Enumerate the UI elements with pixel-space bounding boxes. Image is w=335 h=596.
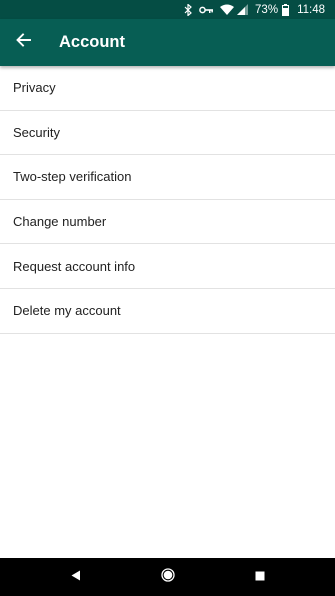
nav-home-button[interactable] [122, 558, 214, 596]
menu-item-label: Two-step verification [13, 169, 132, 185]
menu-item-label: Security [13, 124, 60, 140]
menu-item-privacy[interactable]: Privacy [0, 66, 335, 111]
menu-item-delete-my-account[interactable]: Delete my account [0, 289, 335, 334]
menu-item-security[interactable]: Security [0, 111, 335, 156]
menu-item-label: Request account info [13, 258, 136, 274]
back-triangle-icon [71, 568, 81, 586]
menu-item-change-number[interactable]: Change number [0, 200, 335, 245]
signal-icon [237, 0, 249, 19]
menu-item-label: Delete my account [13, 303, 121, 319]
menu-item-request-account-info[interactable]: Request account info [0, 244, 335, 289]
system-nav-bar [0, 558, 335, 596]
account-settings-list: Privacy Security Two-step verification C… [0, 66, 335, 334]
app-bar: Account [0, 19, 335, 66]
status-bar: 73% 11:48 [0, 0, 335, 19]
wifi-icon [220, 0, 235, 19]
battery-percent: 73% [255, 3, 279, 16]
clock: 11:48 [297, 3, 325, 16]
menu-item-two-step-verification[interactable]: Two-step verification [0, 155, 335, 200]
bluetooth-icon [184, 0, 192, 19]
home-circle-icon [160, 567, 175, 587]
menu-item-label: Change number [13, 214, 107, 230]
arrow-back-icon [15, 33, 31, 52]
page-title: Account [59, 33, 125, 51]
nav-recents-button[interactable] [214, 558, 306, 596]
battery-icon [282, 0, 290, 19]
recents-square-icon [255, 568, 265, 586]
back-button[interactable] [0, 19, 46, 66]
nav-back-button[interactable] [30, 558, 122, 596]
key-icon [199, 0, 214, 19]
menu-item-label: Privacy [13, 80, 56, 96]
